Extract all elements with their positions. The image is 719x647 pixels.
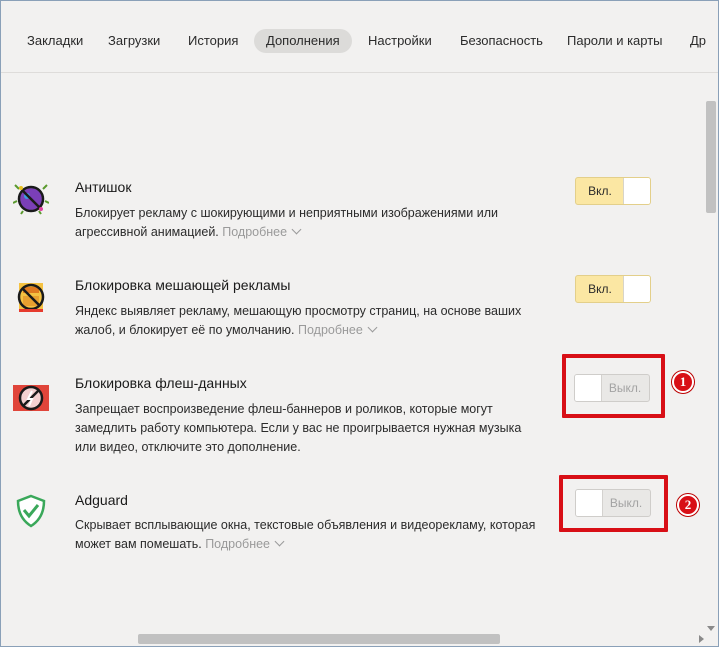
chevron-down-icon: [274, 536, 285, 547]
tab-history[interactable]: История: [188, 29, 238, 53]
tab-downloads[interactable]: Загрузки: [108, 29, 160, 53]
extension-antishock: Антишок Блокирует рекламу с шокирующими …: [1, 177, 701, 247]
tab-bookmarks[interactable]: Закладки: [27, 29, 83, 53]
toggle-knob: [623, 178, 650, 204]
more-link-label: Подробнее: [222, 225, 288, 239]
chevron-down-icon: [291, 224, 302, 235]
more-link[interactable]: Подробнее: [222, 224, 302, 239]
more-link[interactable]: Подробнее: [298, 322, 378, 337]
settings-nav: Закладки Загрузки История Дополнения Нас…: [1, 1, 718, 73]
annotation-badge-2: 2: [677, 494, 699, 516]
more-link-label: Подробнее: [298, 323, 363, 337]
antishock-icon: [12, 179, 50, 215]
tab-settings[interactable]: Настройки: [368, 29, 432, 53]
extension-title: Блокировка флеш-данных: [75, 375, 247, 391]
scroll-down-arrow-icon[interactable]: [707, 626, 715, 631]
toggle-knob: [623, 276, 650, 302]
extension-title: Блокировка мешающей рекламы: [75, 277, 291, 293]
tab-other[interactable]: Др: [690, 29, 706, 53]
more-link-label: Подробнее: [205, 537, 271, 551]
extension-description: Запрещает воспроизведение флеш-баннеров …: [75, 400, 545, 457]
extension-description: Скрывает всплывающие окна, текстовые объ…: [75, 516, 545, 554]
highlight-box-1: [562, 354, 665, 418]
tab-extensions[interactable]: Дополнения: [254, 29, 352, 53]
more-link[interactable]: Подробнее: [205, 536, 285, 551]
tab-security[interactable]: Безопасность: [460, 29, 543, 53]
browser-settings-window: Закладки Загрузки История Дополнения Нас…: [0, 0, 719, 647]
flash-block-icon: [13, 379, 49, 415]
description-text: Запрещает воспроизведение флеш-баннеров …: [75, 402, 522, 454]
adguard-shield-icon: [13, 493, 49, 529]
chevron-down-icon: [367, 322, 378, 333]
extension-ad-block: Блокировка мешающей рекламы Яндекс выявл…: [1, 275, 701, 345]
highlight-box-2: [559, 475, 668, 532]
extension-toggle[interactable]: Вкл.: [575, 275, 651, 303]
toggle-label: Вкл.: [588, 282, 612, 296]
vertical-scroll-thumb[interactable]: [706, 101, 716, 213]
tab-passwords-cards[interactable]: Пароли и карты: [567, 29, 663, 53]
vertical-scrollbar[interactable]: [704, 73, 718, 633]
extension-description: Блокирует рекламу с шокирующими и неприя…: [75, 204, 545, 242]
extension-description: Яндекс выявляет рекламу, мешающую просмо…: [75, 302, 545, 340]
extension-toggle[interactable]: Вкл.: [575, 177, 651, 205]
extension-title: Антишок: [75, 179, 132, 195]
extension-title: Adguard: [75, 492, 128, 508]
description-text: Скрывает всплывающие окна, текстовые объ…: [75, 518, 536, 551]
scroll-right-arrow-icon[interactable]: [699, 635, 704, 643]
toggle-label: Вкл.: [588, 184, 612, 198]
ad-block-icon: [13, 279, 49, 315]
horizontal-scroll-thumb[interactable]: [138, 634, 500, 644]
annotation-badge-1: 1: [672, 371, 694, 393]
horizontal-scrollbar[interactable]: [1, 632, 706, 646]
